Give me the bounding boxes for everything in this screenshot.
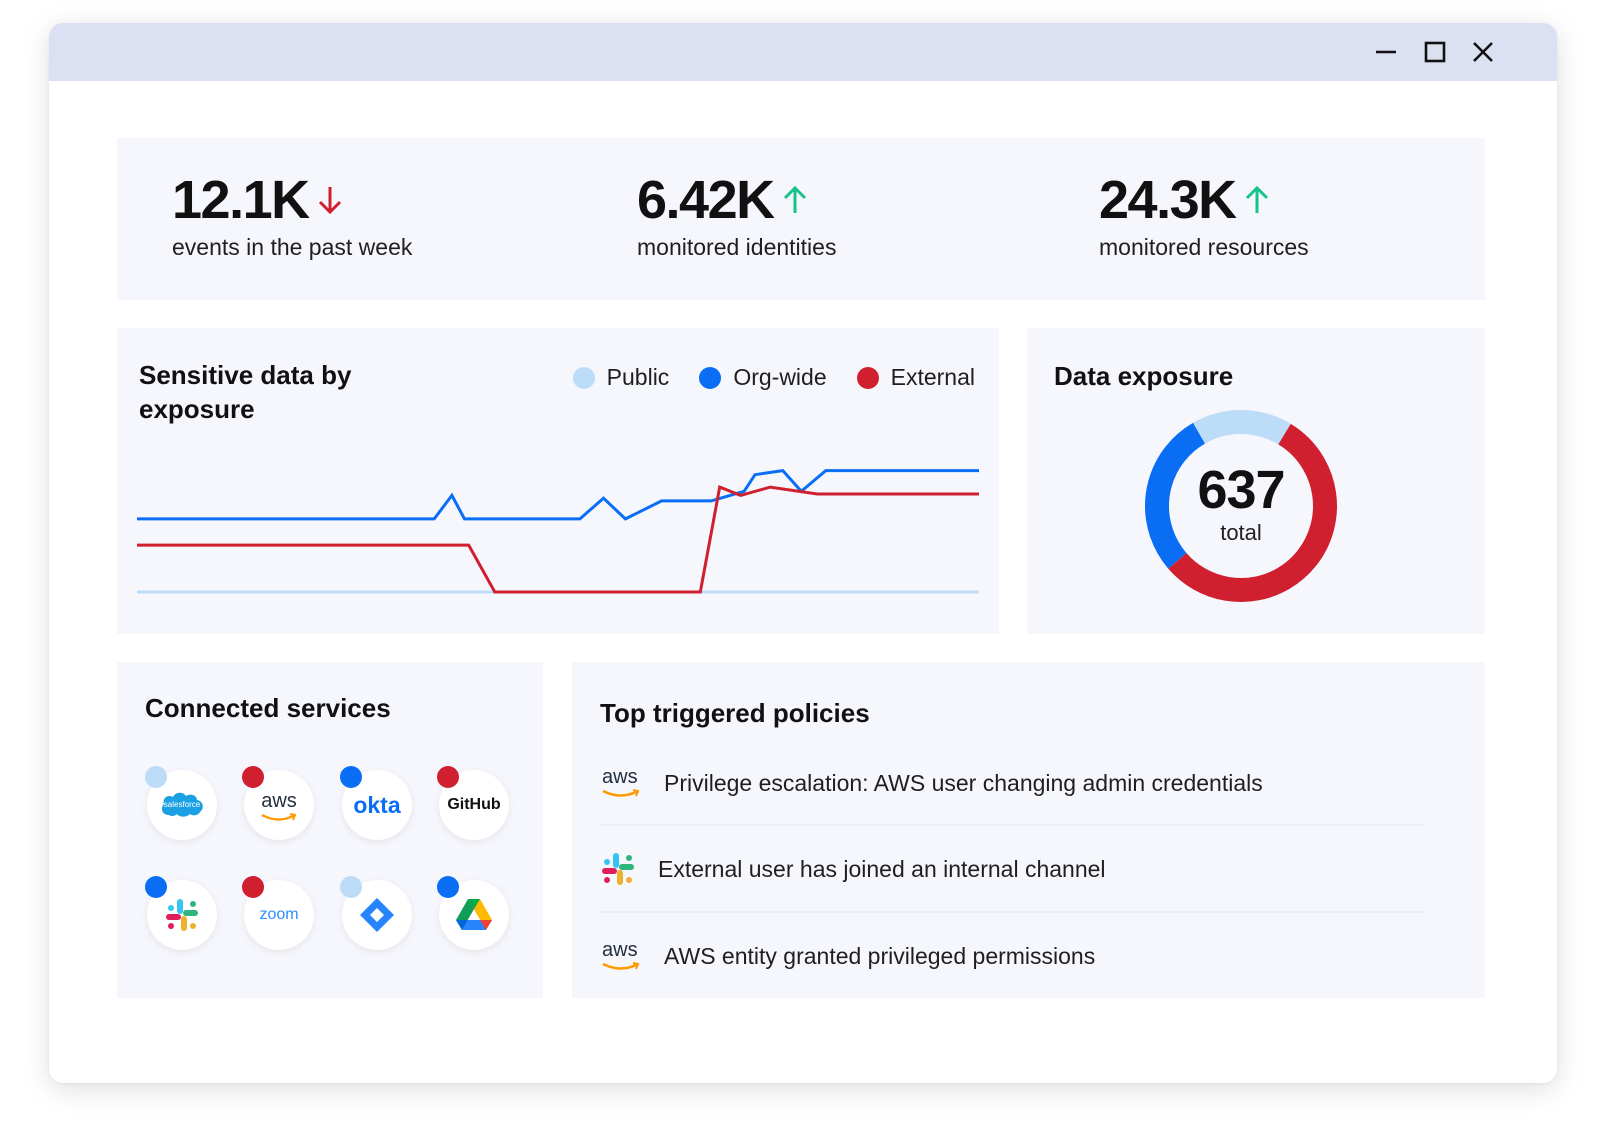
legend-item-external: External	[856, 364, 975, 391]
policy-text: Privilege escalation: AWS user changing …	[664, 769, 1263, 796]
policies-title: Top triggered policies	[600, 698, 870, 728]
aws-icon: aws	[600, 936, 652, 976]
service-logo-text: aws	[261, 789, 297, 812]
stat-label: monitored resources	[1099, 234, 1309, 260]
stats-card: 12.1K events in the past week 6.42K moni…	[117, 138, 1485, 300]
maximize-icon[interactable]	[1422, 39, 1448, 65]
status-dot-external	[437, 766, 459, 788]
policies-card: Top triggered policies aws Privilege esc…	[572, 662, 1485, 998]
connected-services-card: Connected services salesforce aws okta G…	[117, 662, 543, 998]
legend-dot	[572, 366, 595, 389]
policy-item[interactable]: External user has joined an internal cha…	[600, 826, 1424, 912]
stat-value: 6.42K	[637, 170, 775, 230]
stat-resources: 24.3K monitored resources	[1099, 168, 1309, 261]
policy-item[interactable]: aws Privilege escalation: AWS user chang…	[600, 740, 1424, 826]
status-dot-public	[145, 766, 167, 788]
service-logo-text: okta	[353, 791, 401, 818]
stat-label: events in the past week	[172, 234, 413, 260]
slack-icon	[600, 849, 646, 889]
connected-services-title: Connected services	[145, 693, 391, 723]
stat-value: 24.3K	[1099, 170, 1237, 230]
sensitive-data-title: Sensitive data by exposure	[139, 360, 352, 424]
stat-identities: 6.42K monitored identities	[637, 168, 836, 261]
service-github[interactable]: GitHub	[437, 766, 509, 840]
exposure-line-chart	[137, 468, 979, 594]
policy-item[interactable]: aws AWS entity granted privileged permis…	[600, 913, 1424, 999]
service-okta[interactable]: okta	[340, 766, 412, 840]
donut-total-label: total	[1220, 520, 1262, 545]
policy-icon-text: aws	[602, 766, 638, 788]
donut-total: 637	[1197, 460, 1285, 520]
stat-label: monitored identities	[637, 234, 837, 260]
service-logo-text: GitHub	[447, 796, 501, 813]
close-icon[interactable]	[1470, 39, 1496, 65]
series-line-external	[137, 485, 979, 594]
legend-dot	[856, 366, 879, 389]
status-dot-external	[242, 766, 264, 788]
app-window: 12.1K events in the past week 6.42K moni…	[49, 23, 1557, 1083]
service-zoom[interactable]: zoom	[242, 876, 314, 950]
chart-legend: Public Org-wide External	[543, 364, 975, 391]
service-salesforce[interactable]: salesforce	[145, 766, 217, 840]
aws-icon: aws	[600, 763, 652, 803]
data-exposure-card: Data exposure 637 total	[1027, 328, 1485, 634]
legend-item-org-wide: Org-wide	[699, 364, 827, 391]
status-dot-org-wide	[145, 876, 167, 898]
donut-center: 637 total	[1141, 460, 1341, 546]
legend-label: Public	[606, 364, 670, 390]
status-dot-external	[242, 876, 264, 898]
legend-item-public: Public	[572, 364, 670, 391]
status-dot-org-wide	[437, 876, 459, 898]
trend-up-icon	[1245, 185, 1268, 213]
legend-dot	[699, 366, 722, 389]
data-exposure-title: Data exposure	[1054, 361, 1234, 391]
legend-label: External	[890, 364, 975, 390]
service-slack[interactable]	[145, 876, 217, 950]
status-dot-public	[340, 876, 362, 898]
title-bar	[49, 23, 1557, 81]
policy-icon-text: aws	[602, 939, 638, 961]
trend-down-icon	[318, 187, 341, 215]
sensitive-data-card: Sensitive data by exposure Public Org-wi…	[117, 328, 999, 634]
service-logo-text: salesforce	[163, 800, 201, 809]
legend-label: Org-wide	[733, 364, 827, 390]
policy-text: AWS entity granted privileged permission…	[664, 942, 1096, 969]
service-jira[interactable]	[340, 876, 412, 950]
trend-up-icon	[783, 185, 806, 213]
minimize-icon[interactable]	[1373, 39, 1399, 65]
service-google-drive[interactable]	[437, 876, 509, 950]
stat-value: 12.1K	[172, 170, 310, 230]
service-logo-text: zoom	[259, 906, 299, 923]
status-dot-org-wide	[340, 766, 362, 788]
policy-text: External user has joined an internal cha…	[658, 855, 1106, 882]
service-aws[interactable]: aws	[242, 766, 314, 840]
stat-events: 12.1K events in the past week	[172, 168, 412, 261]
